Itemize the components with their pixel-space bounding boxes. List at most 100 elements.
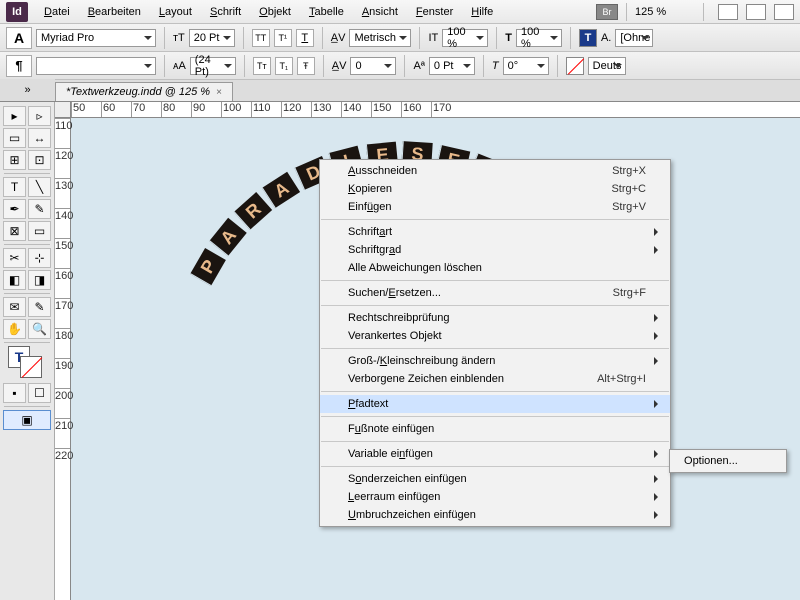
ruler-vertical[interactable]: 110120130140150160170180190200210220 [55, 118, 71, 600]
ruler-horizontal[interactable]: 5060708090100110120130140150160170 [71, 102, 800, 118]
ctx-gro-kleinschreibung-ndern[interactable]: Groß-/Kleinschreibung ändern [320, 352, 670, 370]
control-panel-1: A Myriad Pro ᴛT 20 Pt TT T¹ T A̲V Metris… [0, 24, 800, 52]
gradient-feather-tool[interactable]: ◨ [28, 270, 51, 290]
ruler-origin[interactable] [55, 102, 71, 118]
ctx-variable-einf-gen[interactable]: Variable einfügen [320, 445, 670, 463]
ctx-verankertes-objekt[interactable]: Verankertes Objekt [320, 327, 670, 345]
doc-tab-title: *Textwerkzeug.indd @ 125 % [66, 86, 210, 98]
hscale[interactable]: 100 % [516, 29, 562, 47]
ctx-fu-note-einf-gen[interactable]: Fußnote einfügen [320, 420, 670, 438]
direct-selection-tool[interactable]: ▹ [28, 106, 51, 126]
content-placer-tool[interactable]: ⊡ [28, 150, 51, 170]
pen-tool[interactable]: ✒ [3, 199, 26, 219]
scissors-tool[interactable]: ✂ [3, 248, 26, 268]
charstyle-dropdown[interactable]: [Ohne [615, 29, 653, 47]
hscale-label: T [505, 32, 512, 44]
leading-label: ᴀA [173, 60, 186, 72]
font-size[interactable]: 20 Pt [189, 29, 235, 47]
vscale[interactable]: 100 % [442, 29, 488, 47]
apply-none[interactable]: ☐ [28, 383, 51, 403]
superscript-button[interactable]: T¹ [274, 29, 292, 47]
menu-objekt[interactable]: Objekt [251, 3, 299, 21]
menu-datei[interactable]: Datei [36, 3, 78, 21]
ctx-sonderzeichen-einf-gen[interactable]: Sonderzeichen einfügen [320, 470, 670, 488]
ctx-leerraum-einf-gen[interactable]: Leerraum einfügen [320, 488, 670, 506]
skew-label: T [492, 60, 499, 72]
eyedropper-tool[interactable]: ✎ [28, 297, 51, 317]
zoom-dropdown[interactable]: 125 % [635, 6, 695, 18]
font-style-dropdown[interactable] [36, 57, 156, 75]
ctx-schriftgrad[interactable]: Schriftgrad [320, 241, 670, 259]
ctx-pfadtext[interactable]: Pfadtext [320, 395, 670, 413]
ctx-verborgene-zeichen-einblenden[interactable]: Verborgene Zeichen einblendenAlt+Strg+I [320, 370, 670, 388]
ctx-rechtschreibpr-fung[interactable]: Rechtschreibprüfung [320, 309, 670, 327]
ctx-suchen-ersetzen-[interactable]: Suchen/Ersetzen...Strg+F [320, 284, 670, 302]
all-caps-button[interactable]: TT [252, 29, 270, 47]
free-transform-tool[interactable]: ⊹ [28, 248, 51, 268]
app-badge: Id [6, 2, 28, 22]
menu-bearbeiten[interactable]: Bearbeiten [80, 3, 149, 21]
pfadtext-submenu: Optionen... [669, 449, 787, 473]
ctx-schriftart[interactable]: Schriftart [320, 223, 670, 241]
lang-dropdown[interactable]: Deuts [588, 57, 626, 75]
menu-tabelle[interactable]: Tabelle [301, 3, 352, 21]
rectangle-tool[interactable]: ▭ [28, 221, 51, 241]
tool-panel: ▸▹ ▭↔ ⊞⊡ T╲ ✒✎ ⊠▭ ✂⊹ ◧◨ ✉✎ ✋🔍 T ▪☐ ▣ [0, 102, 55, 600]
menu-ansicht[interactable]: Ansicht [354, 3, 406, 21]
strikethrough-button[interactable]: Ŧ [297, 57, 315, 75]
gradient-swatch-tool[interactable]: ◧ [3, 270, 26, 290]
vscale-label: IT [428, 32, 438, 44]
view-mode-icon[interactable] [718, 4, 738, 20]
para-mode-toggle[interactable]: ¶ [6, 55, 32, 77]
view-mode-normal[interactable]: ▣ [3, 410, 51, 430]
tabbar-grip: » [0, 79, 55, 101]
tracking[interactable]: 0 [350, 57, 396, 75]
skew[interactable]: 0° [503, 57, 549, 75]
subscript-button[interactable]: T₁ [275, 57, 293, 75]
rectangle-frame-tool[interactable]: ⊠ [3, 221, 26, 241]
fill-stroke-control[interactable]: T [6, 346, 48, 380]
kerning-dropdown[interactable]: Metrisch [349, 29, 411, 47]
ctx-einf-gen[interactable]: EinfügenStrg+V [320, 198, 670, 216]
menu-layout[interactable]: Layout [151, 3, 200, 21]
type-tool[interactable]: T [3, 177, 26, 197]
content-collector-tool[interactable]: ⊞ [3, 150, 26, 170]
apply-color[interactable]: ▪ [3, 383, 26, 403]
zoom-tool[interactable]: 🔍 [28, 319, 51, 339]
ctx-umbruchzeichen-einf-gen[interactable]: Umbruchzeichen einfügen [320, 506, 670, 524]
charstyle-label: A. [601, 32, 611, 44]
close-tab-icon[interactable]: × [216, 87, 222, 98]
char-mode-toggle[interactable]: A [6, 27, 32, 49]
baseline-shift[interactable]: 0 Pt [429, 57, 475, 75]
gap-tool[interactable]: ↔ [28, 128, 51, 148]
line-tool[interactable]: ╲ [28, 177, 51, 197]
smallcaps-button[interactable]: Tᴛ [253, 57, 271, 75]
submenu-optionen[interactable]: Optionen... [670, 452, 786, 470]
underline-button[interactable]: T [296, 29, 314, 47]
arrange-icon[interactable] [774, 4, 794, 20]
note-tool[interactable]: ✉ [3, 297, 26, 317]
doc-tab[interactable]: *Textwerkzeug.indd @ 125 % × [55, 82, 233, 101]
leading[interactable]: (24 Pt) [190, 57, 236, 75]
hand-tool[interactable]: ✋ [3, 319, 26, 339]
document-tabs: » *Textwerkzeug.indd @ 125 % × [0, 80, 800, 102]
ctx-ausschneiden[interactable]: AusschneidenStrg+X [320, 162, 670, 180]
ctx-kopieren[interactable]: KopierenStrg+C [320, 180, 670, 198]
menu-schrift[interactable]: Schrift [202, 3, 249, 21]
ctx-alle-abweichungen-l-schen[interactable]: Alle Abweichungen löschen [320, 259, 670, 277]
stroke-color-icon[interactable] [566, 57, 584, 75]
tracking-label: A̲V [332, 60, 347, 72]
menu-fenster[interactable]: Fenster [408, 3, 461, 21]
menu-hilfe[interactable]: Hilfe [463, 3, 501, 21]
bridge-badge[interactable]: Br [596, 4, 618, 20]
size-label: ᴛT [173, 32, 185, 44]
control-panel-2: ¶ ᴀA (24 Pt) Tᴛ T₁ Ŧ A̲V 0 Aª 0 Pt T 0° … [0, 52, 800, 80]
baseline-label: Aª [413, 60, 424, 72]
fill-color-icon[interactable]: T [579, 29, 597, 47]
stroke-swatch[interactable] [20, 356, 42, 378]
screen-mode-icon[interactable] [746, 4, 766, 20]
font-dropdown[interactable]: Myriad Pro [36, 29, 156, 47]
selection-tool[interactable]: ▸ [3, 106, 26, 126]
page-tool[interactable]: ▭ [3, 128, 26, 148]
pencil-tool[interactable]: ✎ [28, 199, 51, 219]
